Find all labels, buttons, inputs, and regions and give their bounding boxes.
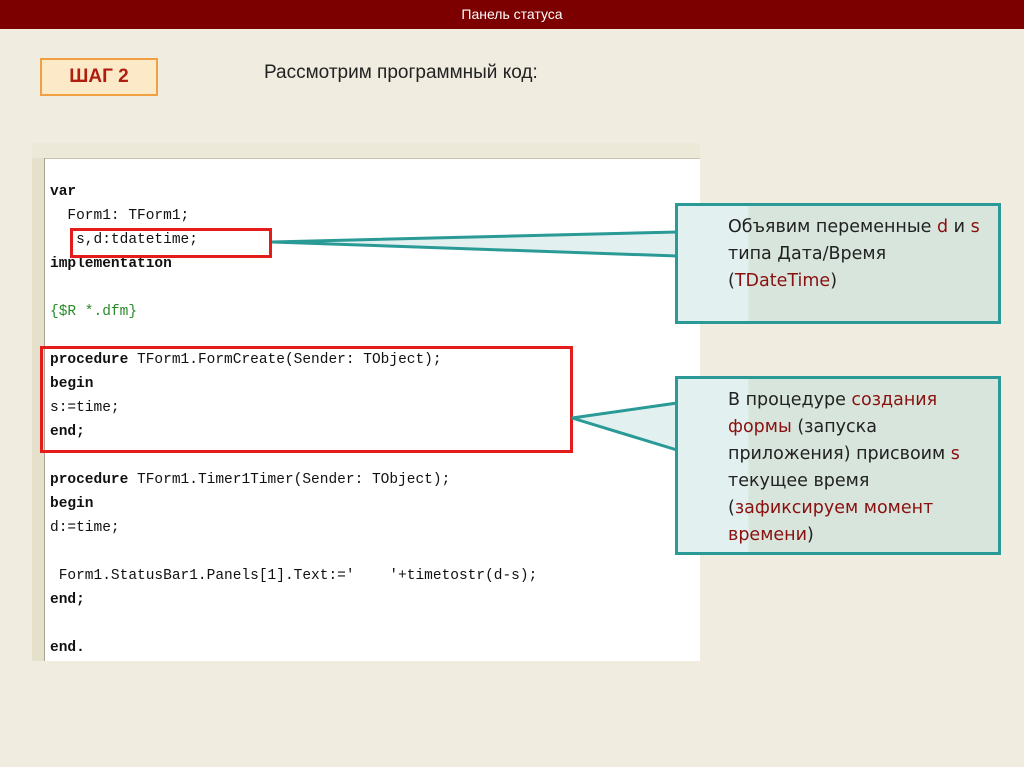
callout-text: и [948,217,971,237]
highlighted-text: TDateTime [734,271,831,291]
callout-declare-variables: Объявим переменные d и s типа Дата/Время… [675,203,1001,324]
callout-text: Объявим переменные [728,217,937,237]
callout-pointer-1 [271,230,679,258]
highlighted-text: d [937,217,949,237]
highlighted-text: s [970,217,980,237]
callout-text: ) [830,271,838,291]
callout-pointer-2 [571,401,679,453]
callout-formcreate-explanation: В процедуре создания формы (запуска прил… [675,376,1001,555]
highlighted-text: зафиксируем момент времени [728,498,934,545]
callout-text: ) [806,525,814,545]
callout-text: В процедуре [728,390,852,410]
highlighted-text: s [950,444,960,464]
